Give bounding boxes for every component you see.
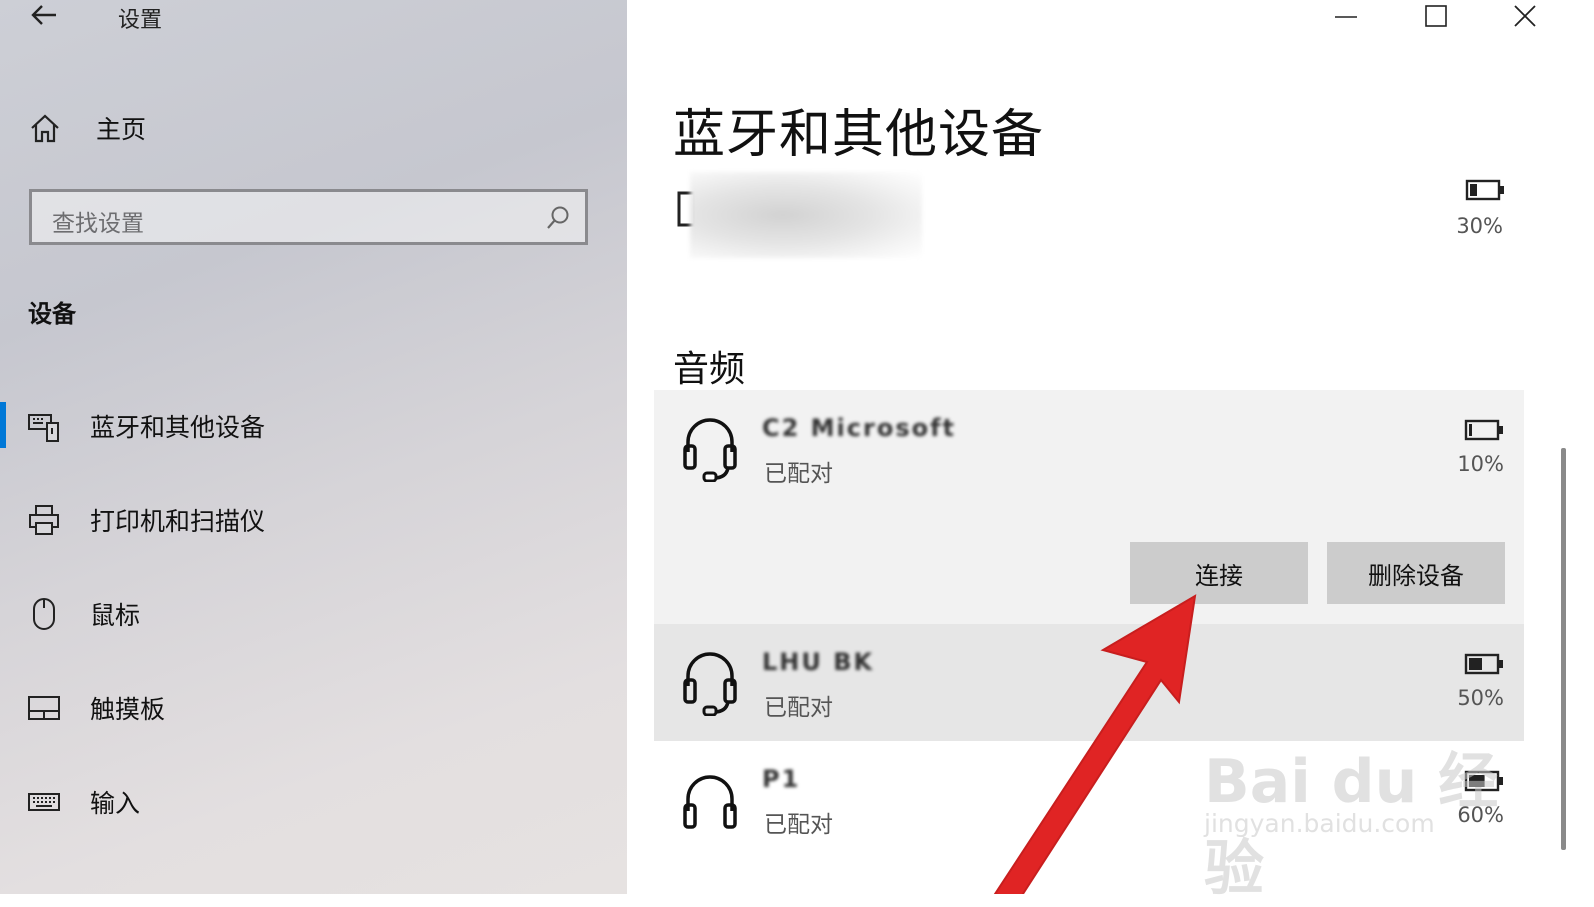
device-name: C2 Microsoft [762,414,957,442]
battery-percent: 60% [1457,803,1504,827]
sidebar-item-label: 输入 [90,789,141,818]
search-placeholder: 查找设置 [52,211,144,237]
maximize-button[interactable] [1401,0,1471,34]
touchpad-icon [28,696,60,720]
bluetooth-devices-icon [28,414,59,442]
device-status: 已配对 [764,695,833,721]
printer-icon [29,505,59,535]
minimize-icon [1335,16,1357,18]
battery-percent: 30% [1456,214,1503,238]
headphones-icon [683,775,737,829]
sidebar-item-printers[interactable]: 打印机和扫描仪 [0,490,627,550]
headset-icon [683,652,737,716]
sidebar-item-bluetooth[interactable]: 蓝牙和其他设备 [0,396,627,456]
window-title: 设置 [118,8,163,33]
remove-device-button[interactable]: 删除设备 [1327,542,1505,604]
nav-home-label: 主页 [96,115,147,144]
battery-icon [1464,653,1503,675]
sidebar-item-label: 蓝牙和其他设备 [90,413,266,442]
settings-nav-pane: 设置 主页 查找设置 设备 蓝牙和其他设备 打印机和扫描仪 鼠标 触摸板 输入 [0,0,627,894]
battery-percent: 50% [1457,686,1504,710]
sidebar-item-typing[interactable]: 输入 [0,772,627,832]
search-input[interactable]: 查找设置 [29,189,588,245]
device-name: LHU BK [762,648,875,676]
home-icon [31,114,59,143]
connect-button[interactable]: 连接 [1130,542,1308,604]
close-button[interactable] [1491,0,1561,34]
redacted-device-name [690,172,922,258]
sidebar-item-label: 打印机和扫描仪 [90,507,266,536]
sidebar-item-touchpad[interactable]: 触摸板 [0,678,627,738]
headset-icon [683,418,737,482]
device-status: 已配对 [764,461,833,487]
battery-icon [1464,770,1503,792]
back-button[interactable] [28,0,60,32]
audio-device-item[interactable]: P1 已配对 60% [654,741,1524,881]
battery-icon [1464,419,1503,441]
content-pane: 蓝牙和其他设备 30% 音频 C2 Microsoft 已配对 10% 连接 删… [627,0,1594,904]
page-title: 蓝牙和其他设备 [673,105,1045,165]
nav-section-heading: 设备 [28,300,76,328]
scrollbar[interactable] [1561,448,1566,850]
back-arrow-icon [31,5,56,25]
maximize-icon [1425,5,1447,27]
mouse-icon [33,598,55,630]
nav-item-home[interactable]: 主页 [28,108,146,148]
battery-percent: 10% [1457,452,1504,476]
audio-section-heading: 音频 [673,349,746,390]
sidebar-item-label: 触摸板 [90,695,166,724]
audio-device-item[interactable]: C2 Microsoft 已配对 10% 连接 删除设备 [654,390,1524,624]
device-name: P1 [762,765,801,793]
close-icon [1514,5,1536,27]
sidebar-item-label: 鼠标 [90,601,141,630]
device-status: 已配对 [764,812,833,838]
sidebar-item-mouse[interactable]: 鼠标 [0,584,627,644]
minimize-button[interactable] [1311,0,1381,34]
audio-device-item[interactable]: LHU BK 已配对 50% [654,624,1524,741]
battery-icon [1465,179,1504,201]
search-icon[interactable] [545,205,571,231]
keyboard-icon [28,793,60,811]
